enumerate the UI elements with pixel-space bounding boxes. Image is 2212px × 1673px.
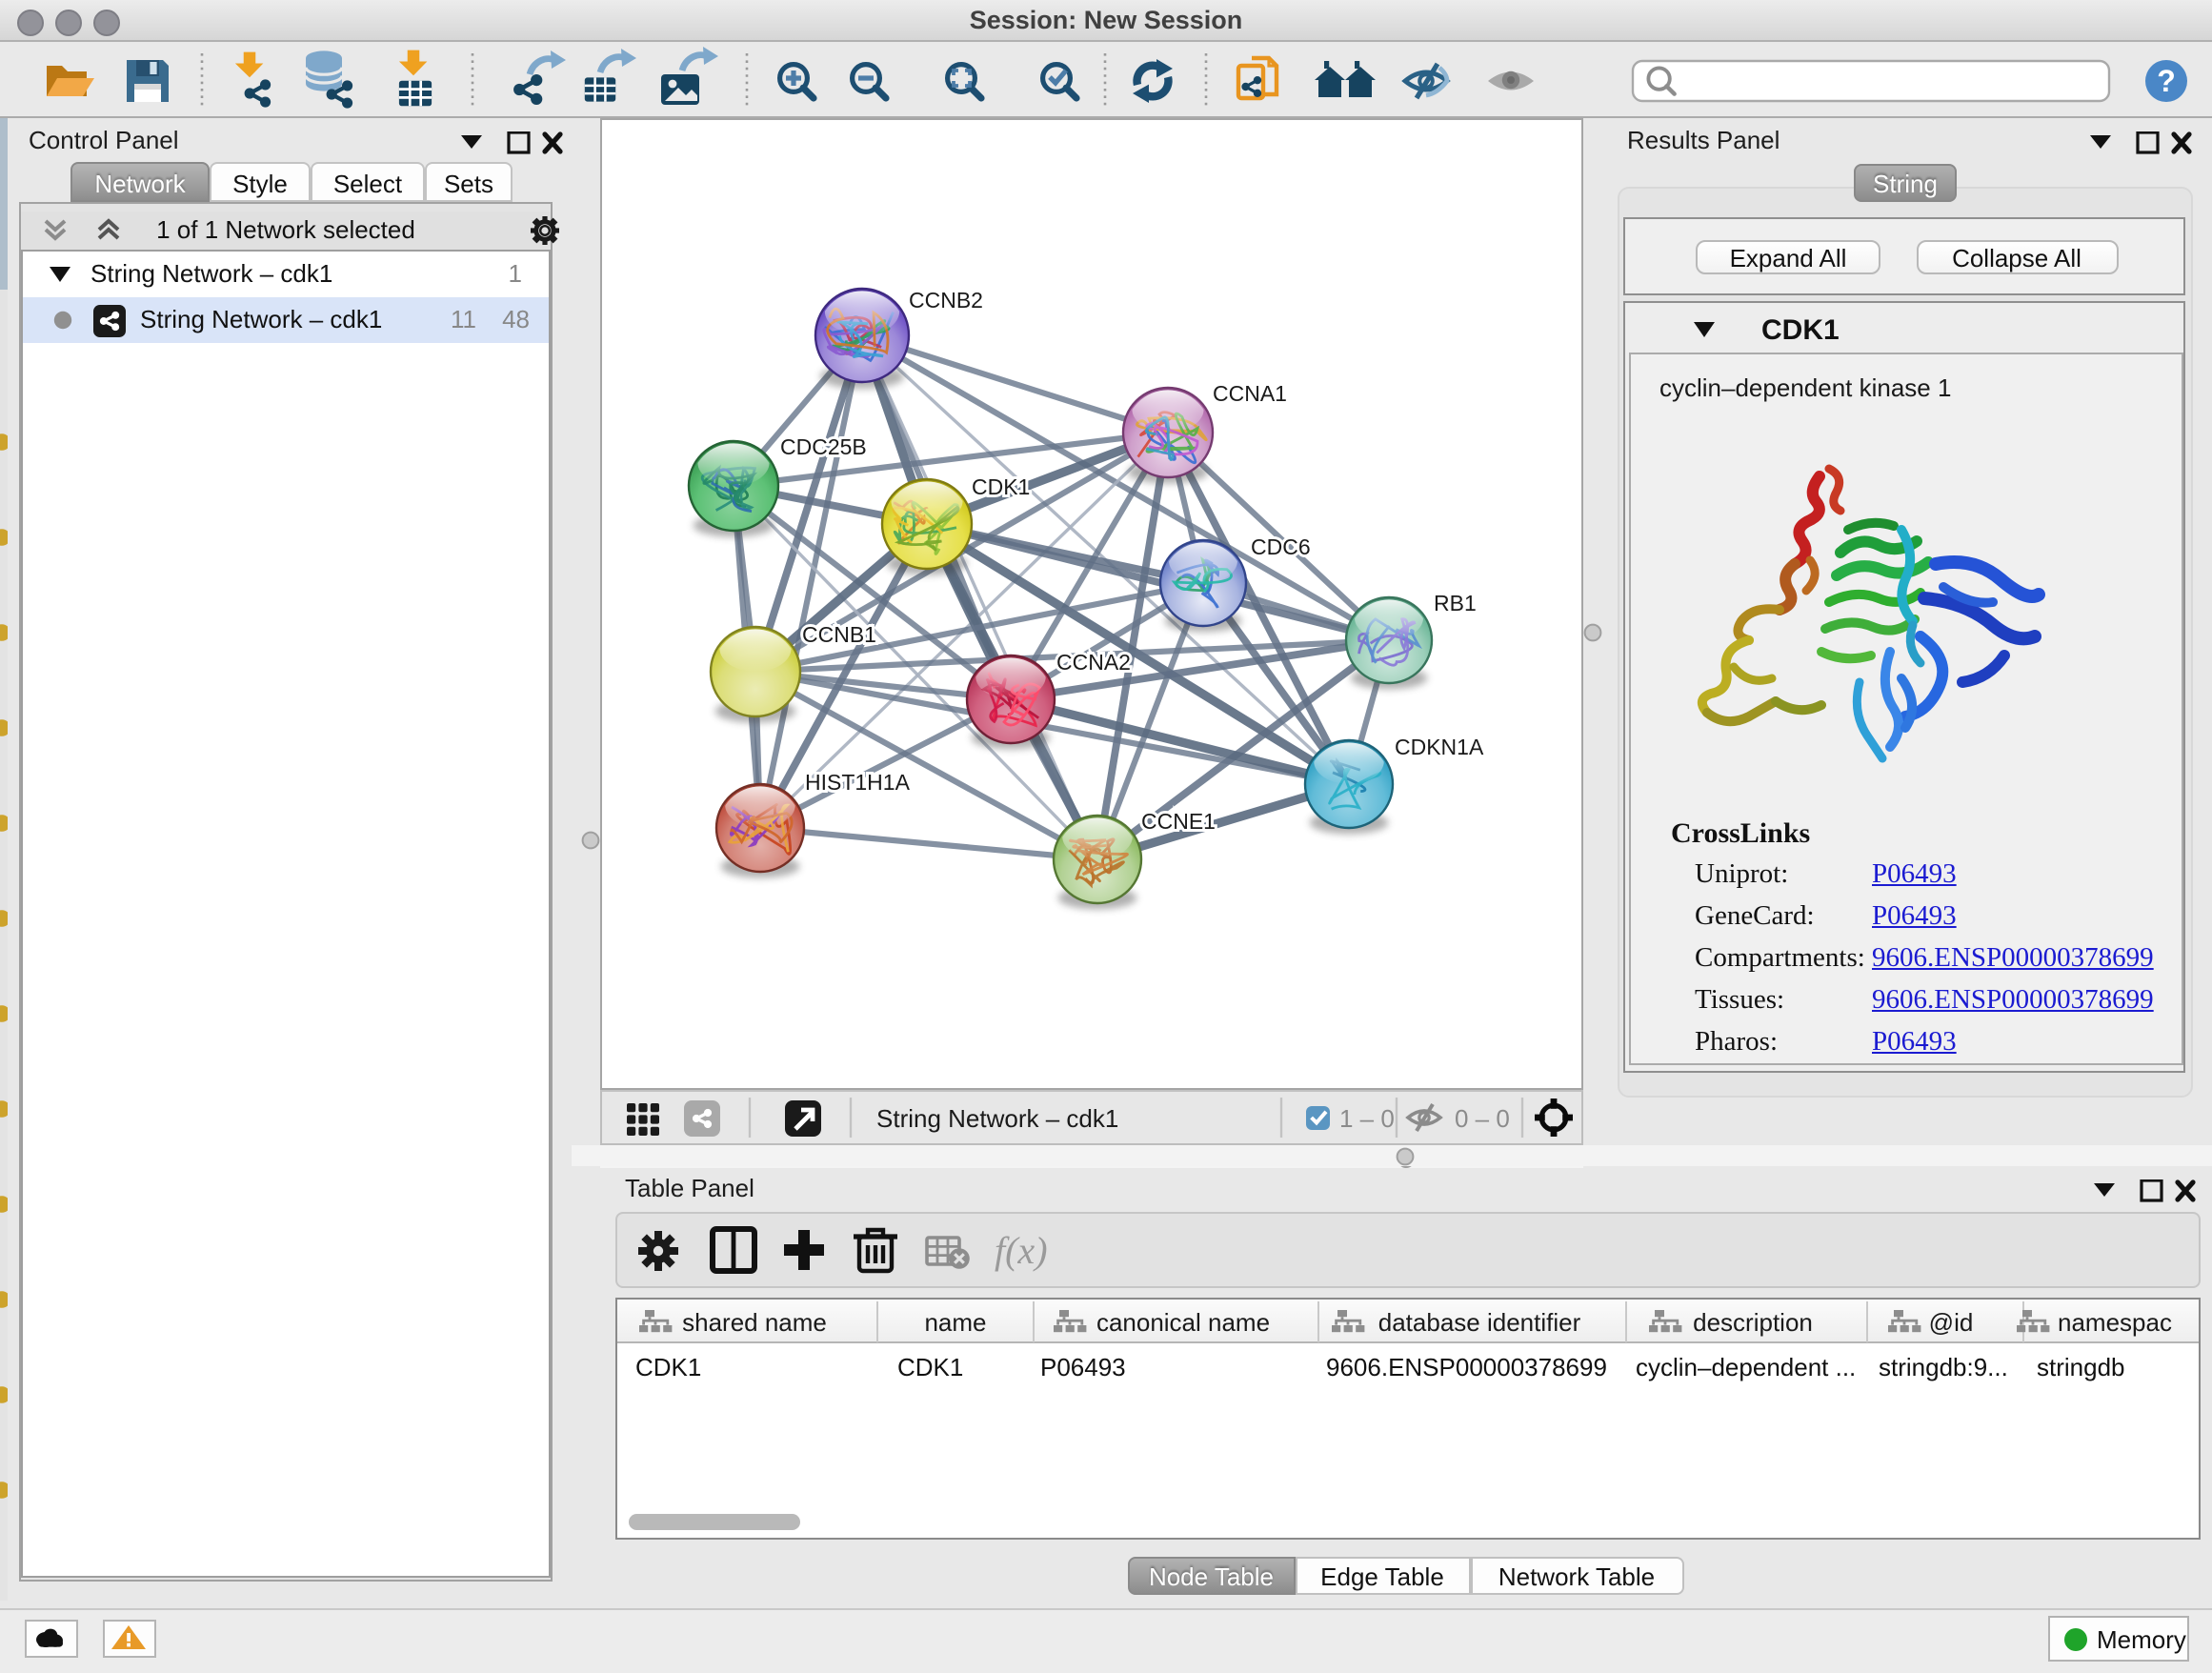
svg-text:CCNB1: CCNB1: [802, 622, 876, 647]
svg-text:CDK1: CDK1: [635, 1352, 701, 1381]
svg-text:9606.ENSP00000378699: 9606.ENSP00000378699: [1326, 1352, 1607, 1381]
svg-text:CDC25B: CDC25B: [780, 434, 867, 459]
svg-text:P06493: P06493: [1040, 1352, 1126, 1381]
svg-text:shared name: shared name: [682, 1307, 827, 1336]
svg-text:CCNE1: CCNE1: [1141, 809, 1216, 834]
svg-text:cyclin–dependent ...: cyclin–dependent ...: [1636, 1352, 1856, 1381]
svg-text:CDK1: CDK1: [897, 1352, 963, 1381]
svg-text:0 – 0: 0 – 0: [1455, 1104, 1510, 1133]
svg-text:canonical name: canonical name: [1096, 1307, 1270, 1336]
svg-text:CDKN1A: CDKN1A: [1395, 735, 1484, 759]
svg-text:RB1: RB1: [1434, 591, 1477, 615]
svg-text:stringdb: stringdb: [2037, 1352, 2125, 1381]
svg-text:CDK1: CDK1: [972, 474, 1030, 499]
svg-text:1 – 0: 1 – 0: [1339, 1104, 1395, 1133]
svg-text:namespac: namespac: [2058, 1307, 2172, 1336]
svg-text:CCNA2: CCNA2: [1056, 650, 1131, 675]
svg-text:HIST1H1A: HIST1H1A: [805, 770, 911, 795]
svg-text:String Network – cdk1: String Network – cdk1: [876, 1104, 1118, 1133]
svg-text:CDC6: CDC6: [1251, 534, 1311, 559]
svg-text:database identifier: database identifier: [1378, 1307, 1581, 1336]
svg-text:f(x): f(x): [995, 1229, 1048, 1272]
svg-text:description: description: [1693, 1307, 1813, 1336]
svg-text:CCNB2: CCNB2: [909, 288, 983, 312]
svg-text:?: ?: [2157, 64, 2176, 98]
svg-text:@id: @id: [1929, 1307, 1974, 1336]
svg-text:name: name: [924, 1307, 986, 1336]
svg-text:CCNA1: CCNA1: [1213, 381, 1287, 406]
svg-text:stringdb:9...: stringdb:9...: [1879, 1352, 2008, 1381]
